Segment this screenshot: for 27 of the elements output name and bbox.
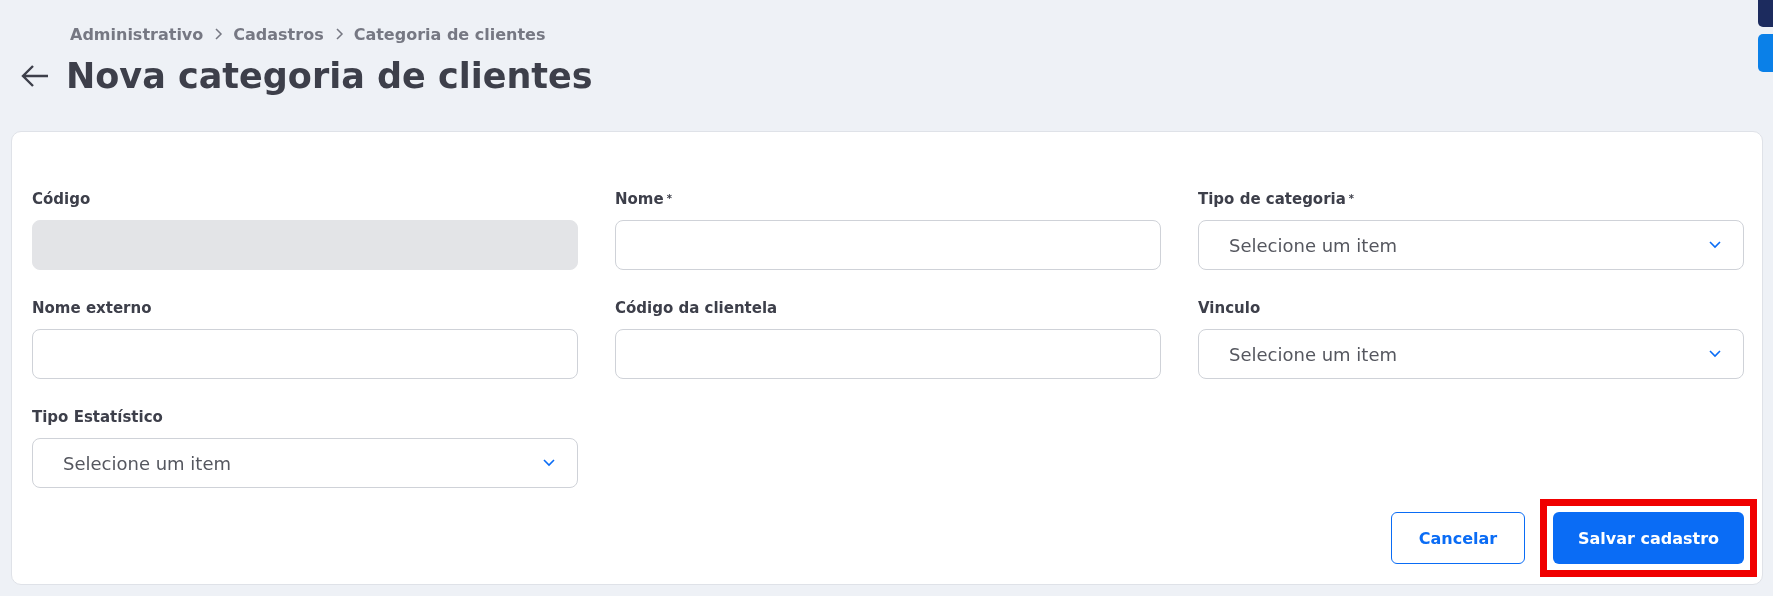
side-tab[interactable]	[1758, 34, 1773, 72]
field-label: Nome *	[615, 189, 673, 210]
select-field[interactable]: Selecione um item	[1198, 220, 1744, 270]
back-arrow-icon[interactable]	[20, 64, 50, 88]
save-button[interactable]: Salvar cadastro	[1553, 512, 1744, 564]
side-tab[interactable]	[1758, 0, 1773, 27]
field-label: Tipo de categoria *	[1198, 189, 1356, 210]
chevron-down-icon	[1709, 241, 1721, 249]
select-field[interactable]: Selecione um item	[1198, 329, 1744, 379]
page-title: Nova categoria de clientes	[66, 56, 593, 96]
field-label: Vinculo	[1198, 298, 1262, 319]
chevron-down-icon	[543, 459, 555, 467]
breadcrumb-link[interactable]: Administrativo	[70, 24, 204, 44]
input-field[interactable]	[615, 220, 1161, 270]
chevron-right-icon	[333, 28, 344, 40]
field-label: Nome externo	[32, 298, 153, 319]
field-label: Código da clientela	[615, 298, 779, 319]
field-label: Código	[32, 189, 92, 210]
breadcrumb-link[interactable]: Categoria de clientes	[353, 24, 546, 44]
chevron-down-icon	[1709, 350, 1721, 358]
breadcrumb-link[interactable]: Cadastros	[233, 24, 324, 44]
input-field[interactable]	[32, 329, 578, 379]
cancel-button[interactable]: Cancelar	[1391, 512, 1525, 564]
chevron-right-icon	[213, 28, 224, 40]
input-field[interactable]	[615, 329, 1161, 379]
field-label: Tipo Estatístico	[32, 407, 164, 428]
select-field[interactable]: Selecione um item	[32, 438, 578, 488]
